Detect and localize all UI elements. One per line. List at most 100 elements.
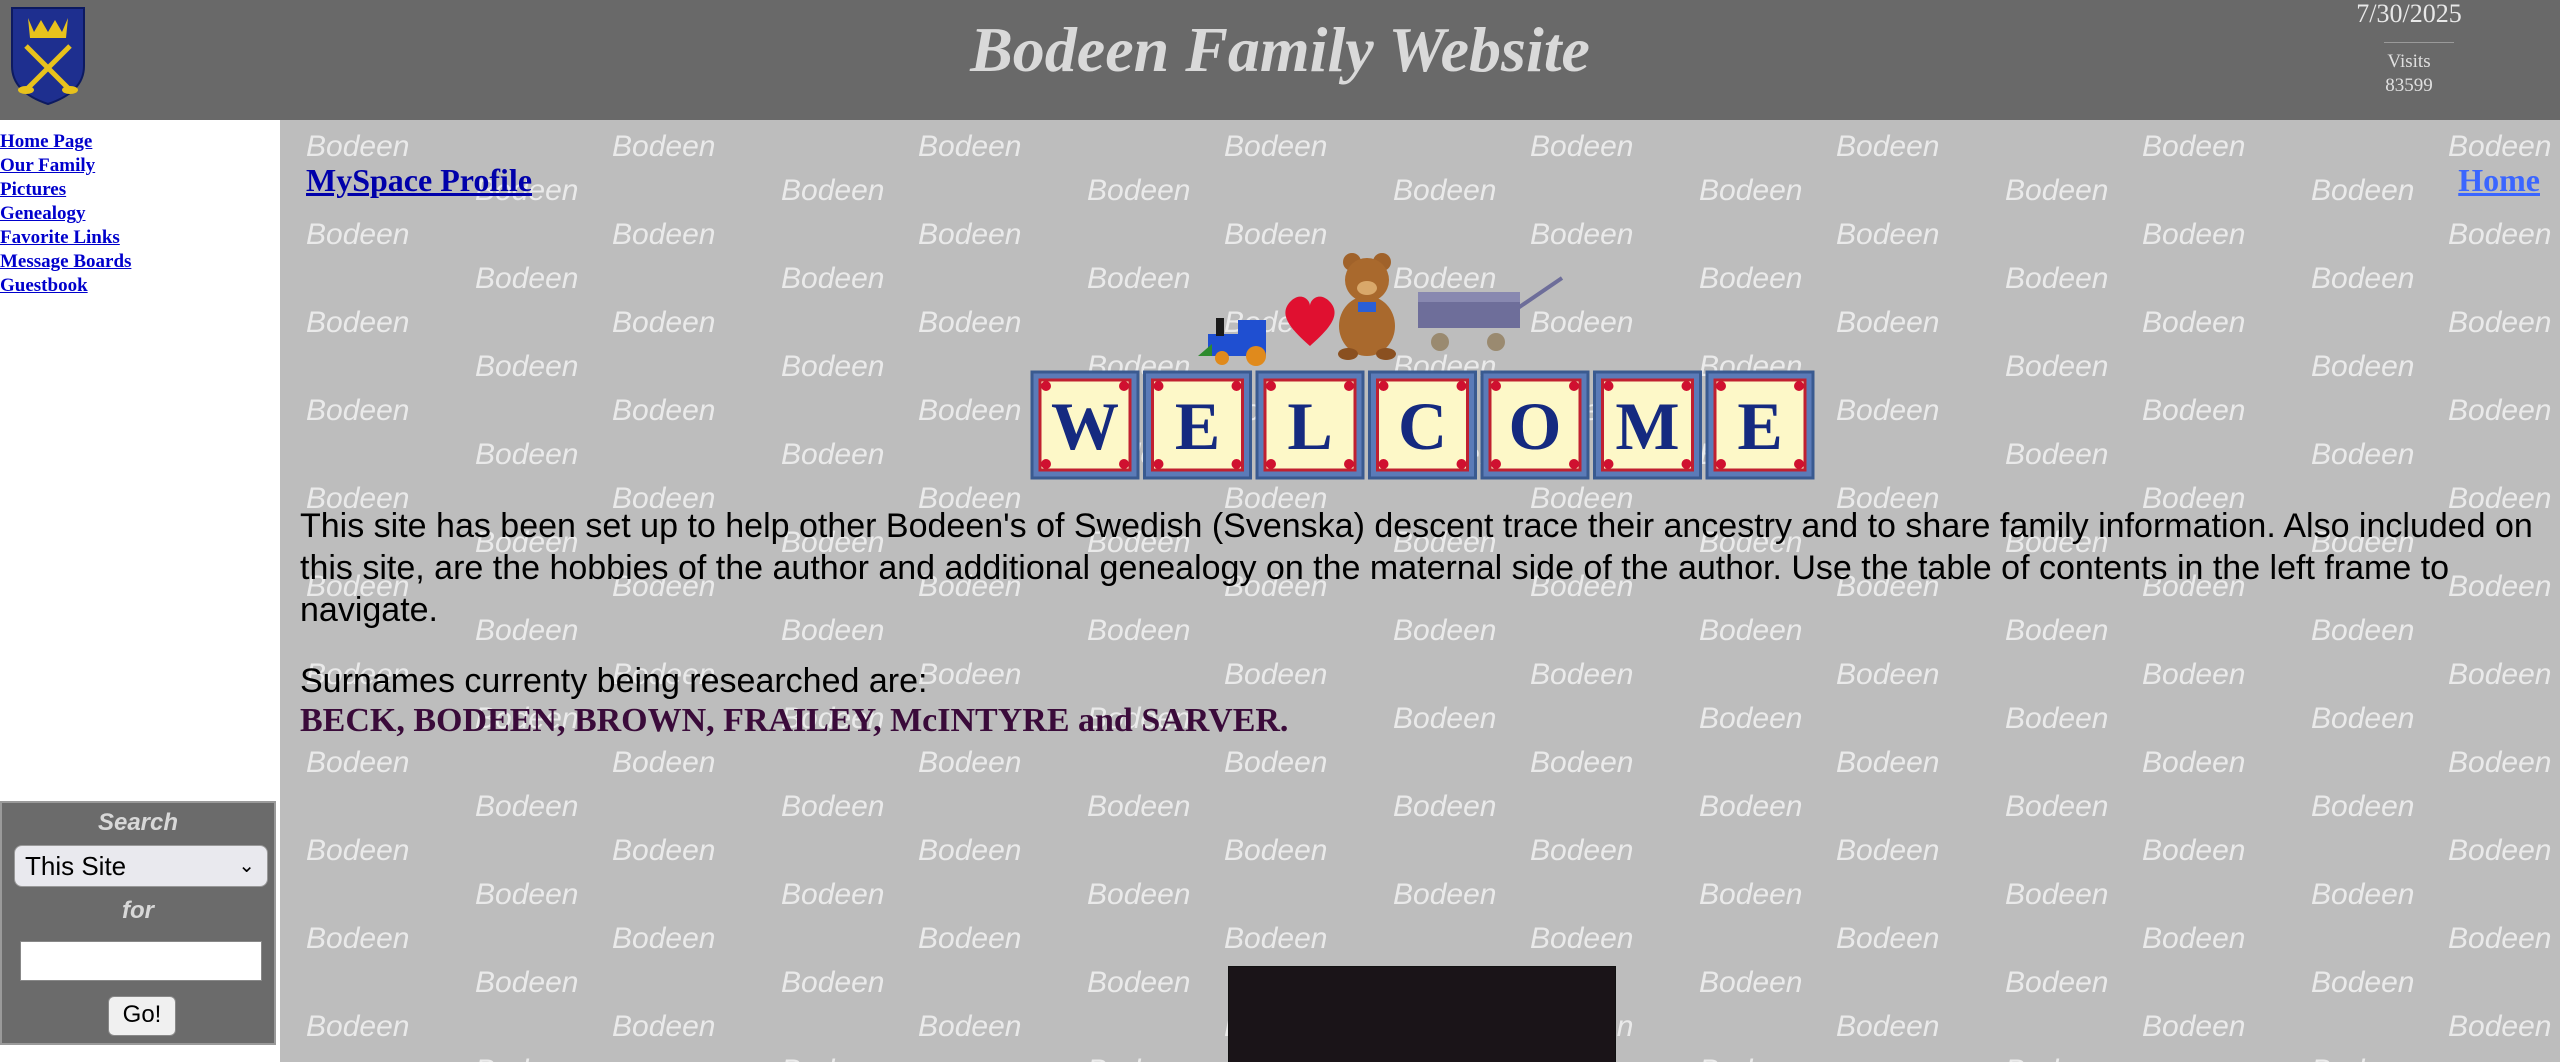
watermark-text: Bodeen <box>2142 130 2246 163</box>
watermark-text: Bodeen <box>2448 922 2552 955</box>
watermark-text: Bodeen <box>2005 438 2109 471</box>
search-input[interactable] <box>20 941 262 981</box>
watermark-text: Bodeen <box>2142 658 2246 691</box>
heart-corner-icon <box>1266 381 1276 391</box>
watermark-text: Bodeen <box>1836 218 1940 251</box>
watermark-text: Bodeen <box>2311 790 2415 823</box>
nav-link-genealogy[interactable]: Genealogy <box>0 202 131 226</box>
watermark-text: Bodeen <box>1836 394 1940 427</box>
watermark-text: Bodeen <box>1224 922 1328 955</box>
watermark-text: Bodeen <box>306 746 410 779</box>
nav-link-home-page[interactable]: Home Page <box>0 130 131 154</box>
watermark-text: Bodeen <box>306 218 410 251</box>
main-content: Bodeen Bodeen Bodeen Bodeen Bodeen Bodeen Bode… <box>280 120 2560 1062</box>
heart-corner-icon <box>1378 459 1389 469</box>
watermark-text: Bodeen <box>1530 130 1634 163</box>
letter-block: M <box>1593 370 1702 480</box>
watermark-text: Bodeen <box>2142 394 2246 427</box>
watermark-text: Bodeen <box>1087 966 1191 999</box>
watermark-text: Bodeen <box>1699 878 1803 911</box>
letter-block: O <box>1480 370 1590 480</box>
watermark-text: Bodeen <box>2311 702 2415 735</box>
watermark-text: Bodeen <box>1530 746 1634 779</box>
watermark-text: Bodeen <box>475 878 579 911</box>
watermark-text: Bodeen <box>612 834 716 867</box>
search-scope-select[interactable]: This Site ⌄ <box>14 845 268 887</box>
watermark-text: Bodeen <box>1224 746 1328 779</box>
heart-corner-icon <box>1119 459 1129 469</box>
watermark-text: Bodeen <box>2142 922 2246 955</box>
watermark-text: Bodeen <box>1836 658 1940 691</box>
letter-block-letter: E <box>1175 388 1220 464</box>
letter-block: E <box>1143 370 1252 480</box>
heart-corner-icon <box>1603 459 1614 469</box>
letter-block: L <box>1255 370 1365 480</box>
watermark-text: Bodeen <box>1087 878 1191 911</box>
watermark-text: Bodeen <box>2142 834 2246 867</box>
watermark-text: Bodeen <box>475 350 579 383</box>
heart-corner-icon <box>1456 459 1467 469</box>
watermark-text: Bodeen <box>2311 174 2415 207</box>
heart-corner-icon <box>1569 381 1579 391</box>
nav-link-our-family[interactable]: Our Family <box>0 154 131 178</box>
watermark-text: Bodeen <box>918 306 1022 339</box>
myspace-profile-link[interactable]: MySpace Profile <box>306 162 532 199</box>
welcome-letter-blocks: WELCOME <box>1030 370 1815 480</box>
visits-label: Visits <box>2387 51 2431 72</box>
watermark-text: Bodeen <box>1087 174 1191 207</box>
heart-corner-icon <box>1603 381 1614 391</box>
watermark-text: Bodeen <box>781 174 885 207</box>
watermark-text: Bodeen <box>2005 174 2109 207</box>
heart-corner-icon <box>1041 459 1051 469</box>
heart-icon <box>1285 296 1335 346</box>
watermark-text: Bodeen <box>1087 1054 1190 1062</box>
nav-link-favorite-links[interactable]: Favorite Links <box>0 226 131 250</box>
watermark-text: Bodeen <box>1224 658 1328 691</box>
site-header: Bodeen Family Website 7/30/2025 Visits 8… <box>0 0 2560 120</box>
watermark-text: Bodeen <box>781 1054 884 1062</box>
watermark-text: Bodeen <box>781 790 885 823</box>
heart-corner-icon <box>1153 381 1164 391</box>
watermark-text: Bodeen <box>2448 306 2552 339</box>
watermark-text: Bodeen <box>2311 350 2415 383</box>
search-panel: Search This Site ⌄ for Go! <box>0 801 276 1045</box>
watermark-text: Bodeen <box>1224 834 1328 867</box>
heart-corner-icon <box>1491 459 1501 469</box>
letter-block-letter: W <box>1051 388 1119 464</box>
nav-link-pictures[interactable]: Pictures <box>0 178 131 202</box>
chevron-down-icon: ⌄ <box>238 855 255 877</box>
nav-link-message-boards[interactable]: Message Boards <box>0 250 131 274</box>
watermark-text: Bodeen <box>2005 790 2109 823</box>
watermark-text: Bodeen <box>2448 394 2552 427</box>
welcome-banner-image: WELCOME <box>1030 253 1815 480</box>
watermark-text: Bodeen <box>306 834 410 867</box>
watermark-text: Bodeen <box>1530 218 1634 251</box>
watermark-text: Bodeen <box>2142 746 2246 779</box>
go-button[interactable]: Go! <box>108 996 176 1036</box>
nav-link-guestbook[interactable]: Guestbook <box>0 274 131 298</box>
current-date: 7/30/2025 <box>2356 0 2462 28</box>
surnames-list: BECK, BODEEN, BROWN, FRAILEY, McINTYRE a… <box>300 702 1289 739</box>
letter-block-letter: O <box>1509 388 1562 464</box>
heart-corner-icon <box>1681 381 1692 391</box>
watermark-text: Bodeen <box>1087 790 1191 823</box>
watermark-text: Bodeen <box>1699 966 1803 999</box>
heart-corner-icon <box>1119 381 1129 391</box>
letter-block-letter: C <box>1398 388 1447 464</box>
heart-corner-icon <box>1569 459 1579 469</box>
search-label: Search <box>97 809 179 836</box>
heart-corner-icon <box>1231 381 1242 391</box>
watermark-text: Bodeen <box>918 130 1022 163</box>
watermark-text: Bodeen <box>612 922 716 955</box>
letter-block-letter: E <box>1737 388 1782 464</box>
watermark-text: Bodeen <box>2448 1010 2552 1043</box>
watermark-text: Bodeen <box>2311 438 2415 471</box>
watermark-text: Bodeen <box>918 922 1022 955</box>
home-link[interactable]: Home <box>2458 162 2540 199</box>
watermark-text: Bodeen <box>1393 702 1497 735</box>
watermark-text: Bodeen <box>1836 746 1940 779</box>
heart-corner-icon <box>1716 381 1726 391</box>
watermark-text: Bodeen <box>2005 262 2109 295</box>
watermark-text: Bodeen <box>1224 218 1328 251</box>
family-photo <box>1228 966 1616 1062</box>
